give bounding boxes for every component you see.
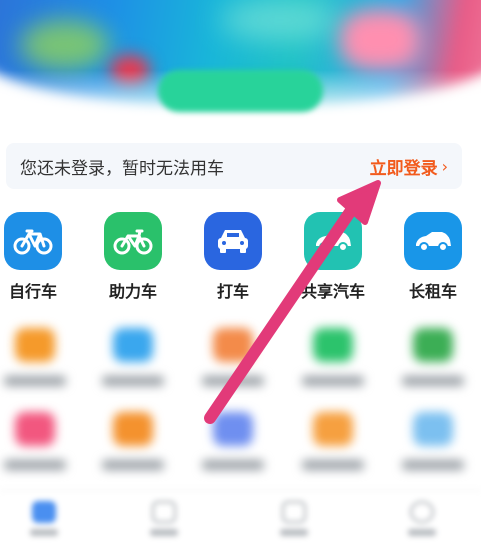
rental-car-icon — [404, 212, 462, 270]
nav-tab-home[interactable] — [14, 501, 74, 536]
blurred-service-icon — [15, 328, 55, 362]
banner-cta-button[interactable] — [158, 70, 323, 112]
blurred-service-icon — [113, 412, 153, 446]
chevron-right-icon: › — [441, 156, 448, 176]
service-bicycle[interactable]: 自行车 — [0, 212, 78, 302]
blurred-service-icon — [15, 412, 55, 446]
secondary-service-grid — [0, 320, 481, 490]
blurred-service-label — [4, 460, 66, 470]
service-shared-car[interactable]: 共享汽车 — [288, 212, 378, 302]
nav-tab-label — [30, 529, 58, 536]
bottom-navigation — [0, 490, 481, 553]
service-long-rental[interactable]: 长租车 — [388, 212, 478, 302]
blurred-service-icon — [213, 412, 253, 446]
service-grid: 自行车 助力车 打车 共享汽车 长租车 — [0, 212, 481, 302]
blurred-service-icon — [313, 412, 353, 446]
blurred-service-icon — [413, 328, 453, 362]
service-label: 长租车 — [408, 282, 457, 301]
service-taxi[interactable]: 打车 — [188, 212, 278, 302]
e-bike-icon — [104, 212, 162, 270]
service-label: 自行车 — [8, 282, 57, 301]
blurred-service[interactable] — [0, 412, 80, 470]
blurred-service-icon — [113, 328, 153, 362]
banner-decoration — [20, 20, 110, 70]
service-label: 助力车 — [108, 282, 157, 301]
blurred-service[interactable] — [88, 412, 178, 470]
blurred-service[interactable] — [0, 328, 80, 386]
service-label: 共享汽车 — [300, 282, 365, 301]
blurred-service-label — [102, 376, 164, 386]
promo-banner[interactable] — [0, 0, 481, 125]
login-prompt-message: 您还未登录，暂时无法用车 — [20, 158, 224, 179]
blurred-service-icon — [413, 412, 453, 446]
shared-car-icon — [304, 212, 362, 270]
service-label: 打车 — [216, 282, 249, 301]
blurred-service-icon — [213, 328, 253, 362]
service-e-bike[interactable]: 助力车 — [88, 212, 178, 302]
blurred-service[interactable] — [288, 412, 378, 470]
banner-decoration — [340, 10, 420, 70]
blurred-service-label — [4, 376, 66, 386]
blurred-service-label — [302, 376, 364, 386]
profile-icon — [410, 501, 434, 523]
blurred-service-icon — [313, 328, 353, 362]
taxi-car-icon — [204, 212, 262, 270]
banner-decoration — [220, 0, 340, 40]
login-prompt-bar: 您还未登录，暂时无法用车 立即登录 › — [6, 143, 462, 189]
login-now-label: 立即登录 — [369, 158, 438, 179]
blurred-service-label — [202, 460, 264, 470]
nav-tab-profile[interactable] — [392, 501, 452, 536]
blurred-service-label — [102, 460, 164, 470]
login-now-link[interactable]: 立即登录 › — [370, 154, 448, 179]
blurred-service-label — [302, 460, 364, 470]
nav-tab-label — [408, 529, 436, 536]
blurred-service[interactable] — [388, 412, 478, 470]
blurred-service[interactable] — [188, 328, 278, 386]
blurred-service[interactable] — [188, 412, 278, 470]
nav-tab-label — [150, 529, 178, 536]
message-icon — [152, 501, 176, 523]
wallet-icon — [282, 501, 306, 523]
blurred-service[interactable] — [388, 328, 478, 386]
blurred-service-label — [202, 376, 264, 386]
blurred-service[interactable] — [88, 328, 178, 386]
blurred-service-label — [402, 460, 464, 470]
nav-tab-messages[interactable] — [134, 501, 194, 536]
nav-tab-wallet[interactable] — [264, 501, 324, 536]
bicycle-icon — [4, 212, 62, 270]
home-icon — [32, 501, 56, 523]
nav-tab-label — [280, 529, 308, 536]
blurred-service-label — [402, 376, 464, 386]
blurred-service[interactable] — [288, 328, 378, 386]
